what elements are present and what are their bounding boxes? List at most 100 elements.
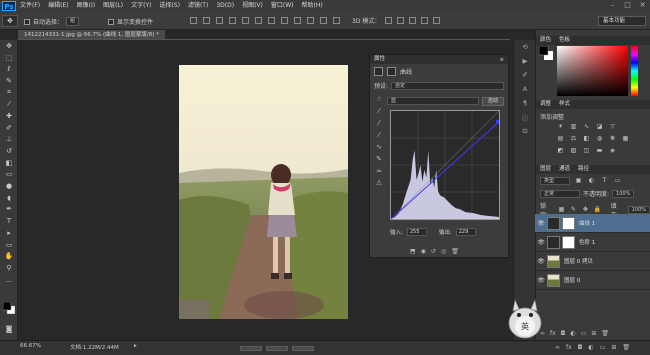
align-right-icon[interactable] [255,17,262,24]
exposure-icon[interactable]: ◪ [595,123,604,131]
history-panel-icon[interactable]: ⟲ [514,40,536,54]
color-spectrum-field[interactable] [557,46,628,96]
curve-pencil-mode-icon[interactable]: ✎ [374,155,384,167]
distribute-bottom-icon[interactable] [294,17,301,24]
quick-select-tool-icon[interactable]: ✎ [0,75,18,87]
edit-toolbar-icon[interactable]: … [0,274,18,286]
ime-mascot-icon[interactable]: 英 [505,295,545,340]
layer-kind-filter[interactable]: 类型 [540,177,570,185]
hue-saturation-icon[interactable]: ▤ [556,135,565,143]
styles-tab[interactable]: 样式 [555,100,574,109]
menu-item[interactable]: 窗口(W) [271,0,294,12]
visibility-eye-icon[interactable]: 👁 [535,277,547,284]
brush-panel-icon[interactable]: ✐ [514,68,536,82]
reset-icon[interactable]: ↺ [431,248,436,255]
clip-to-layer-icon[interactable]: ⬒ [410,248,416,255]
lasso-tool-icon[interactable]: ℓ [0,63,18,75]
layer-style-icon[interactable]: fx [550,330,556,337]
gray-point-eyedropper-icon[interactable]: ⁄ [374,119,384,131]
lock-pixels-icon[interactable]: ✎ [569,206,578,214]
blend-mode-dropdown[interactable]: 正常 [540,189,580,198]
auto-select-dropdown[interactable]: 组 [66,17,80,26]
adjustments-tab[interactable]: 调整 [536,100,555,109]
dodge-tool-icon[interactable]: ◖ [0,192,18,204]
delete-adjustment-icon[interactable]: 🗑 [451,248,459,255]
move-tool-icon[interactable]: ✥ [0,40,18,52]
hue-slider[interactable] [631,46,638,96]
auto-select-checkbox[interactable] [24,18,30,25]
lock-transparent-icon[interactable]: ▦ [557,206,566,214]
black-point-eyedropper-icon[interactable]: ⁄ [374,107,384,119]
maximize-button[interactable]: □ [624,2,631,9]
history-brush-tool-icon[interactable]: ↺ [0,145,18,157]
workspace-switcher[interactable]: 基本功能 [598,16,646,26]
align-middle-icon[interactable] [203,17,210,24]
toggle-visibility-icon[interactable]: ◎ [441,248,446,255]
filter-type-icon[interactable]: T [600,177,609,185]
layers-tab[interactable]: 图层 [536,165,555,174]
folder-icon[interactable]: ▭ [600,344,606,351]
menu-item[interactable]: 选择(S) [159,0,180,12]
fill-field[interactable]: 100% [627,206,650,214]
navigator-panel-icon[interactable]: ⊡ [514,124,536,138]
crop-tool-icon[interactable]: ⌗ [0,87,18,99]
distribute-left-icon[interactable] [307,17,314,24]
levels-icon[interactable]: ▥ [569,123,578,131]
preset-dropdown[interactable]: 自定 [391,81,504,90]
zoom-level[interactable]: 66.67% [20,343,41,349]
color-tab[interactable]: 颜色 [536,36,555,45]
link-icon[interactable]: ∞ [555,344,560,351]
distribute-top-icon[interactable] [268,17,275,24]
filter-shape-icon[interactable]: ▭ [613,177,622,185]
align-bottom-icon[interactable] [216,17,223,24]
add-mask-icon[interactable]: ◘ [561,330,566,337]
close-button[interactable]: ✕ [639,2,646,9]
selective-color-icon[interactable]: ◈ [608,147,617,155]
lock-position-icon[interactable]: ✥ [581,206,590,214]
input-field[interactable]: 255 [406,228,427,236]
menu-item[interactable]: 帮助(H) [302,0,323,12]
quick-mask-icon[interactable]: ◙ [0,323,18,335]
curves-icon[interactable]: ∿ [582,123,591,131]
paths-tab[interactable]: 路径 [574,165,593,174]
opacity-field[interactable]: 100% [612,189,635,198]
menu-item[interactable]: 文字(Y) [131,0,151,12]
info-panel-icon[interactable]: ⓘ [514,110,536,124]
properties-tab[interactable]: 属性 [370,55,389,64]
eyedropper-tool-icon[interactable]: ⁄ [0,98,18,110]
delete-layer-icon[interactable]: 🗑 [601,330,609,337]
new-icon[interactable]: ⊞ [611,344,616,351]
brush-tool-icon[interactable]: ✐ [0,122,18,134]
new-layer-icon[interactable]: ⊞ [591,330,596,337]
photo-filter-icon[interactable]: ◍ [595,135,604,143]
channel-dropdown[interactable]: 蓝 [387,97,479,105]
fx-icon[interactable]: fx [566,344,572,351]
new-adjustment-icon[interactable]: ◐ [570,330,575,337]
distribute-center-icon[interactable] [320,17,327,24]
timeline-tab[interactable] [266,346,288,351]
trash-icon[interactable]: 🗑 [622,344,630,351]
distribute-right-icon[interactable] [333,17,340,24]
menu-item[interactable]: 视图(V) [242,0,263,12]
menu-item[interactable]: 编辑(E) [48,0,68,12]
adjust-icon[interactable]: ◐ [588,344,593,351]
foreground-background-colors[interactable] [3,302,15,314]
menu-item[interactable]: 图层(L) [103,0,123,12]
layer-mask-thumb[interactable] [562,216,575,230]
layer-row-curves[interactable]: 👁 曲线 1 [535,214,650,233]
3d-slide-icon[interactable] [421,17,429,24]
channel-mixer-icon[interactable]: ❋ [608,135,617,143]
layer-row-levels[interactable]: 👁 色阶 1 [535,233,650,252]
channels-tab[interactable]: 通道 [555,165,574,174]
3d-rotate-icon[interactable] [385,17,393,24]
status-menu-arrow-icon[interactable]: ▸ [134,343,137,349]
healing-brush-tool-icon[interactable]: ✚ [0,110,18,122]
filter-adjustment-icon[interactable]: ◐ [587,177,596,185]
align-top-icon[interactable] [190,17,197,24]
path-select-tool-icon[interactable]: ▸ [0,227,18,239]
lock-all-icon[interactable]: 🔒 [593,206,602,214]
blur-tool-icon[interactable]: ● [0,180,18,192]
vibrance-icon[interactable]: ▽ [608,123,617,131]
type-tool-icon[interactable]: T [0,215,18,227]
white-point-eyedropper-icon[interactable]: ⁄ [374,131,384,143]
